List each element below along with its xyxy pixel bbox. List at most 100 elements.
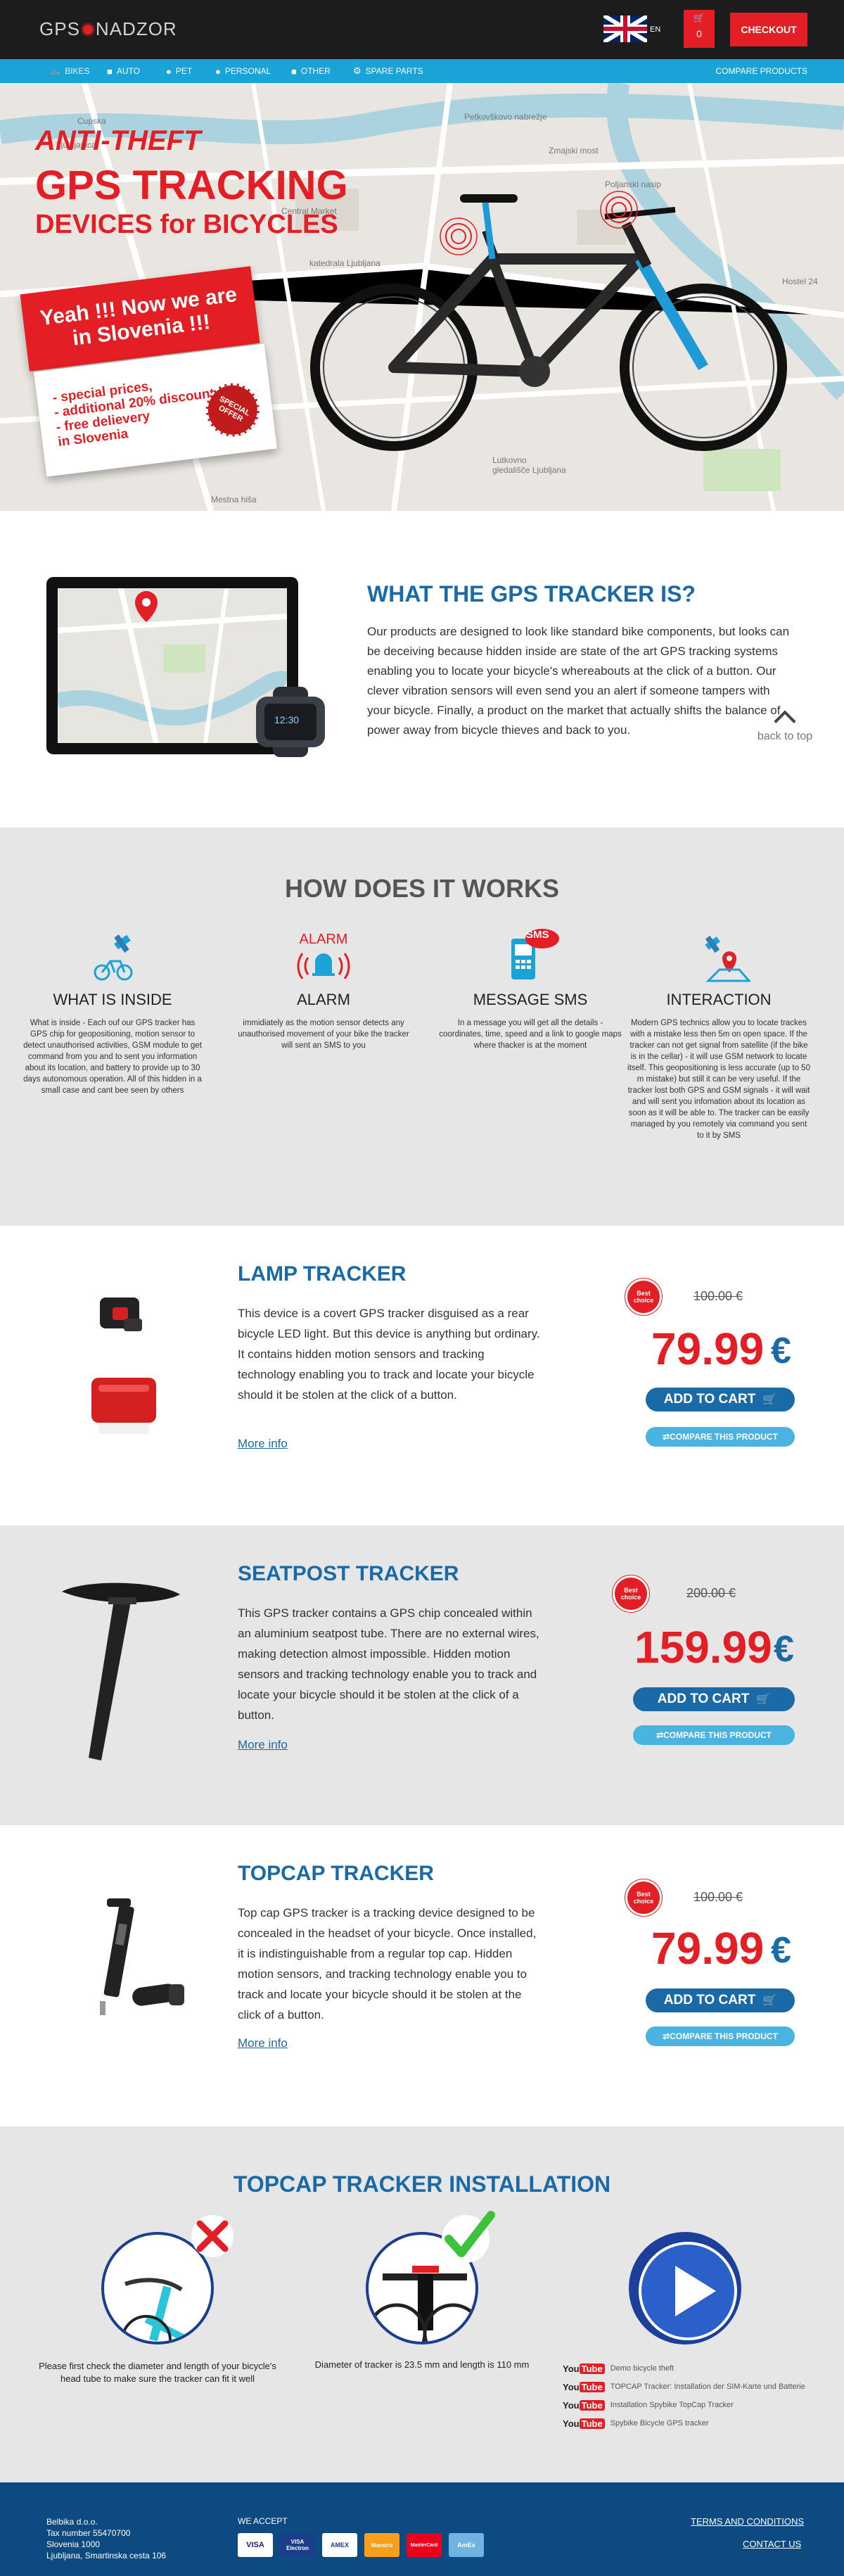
nav-item-pet[interactable]: ● PET — [166, 59, 192, 83]
product-lamp-tracker: LAMP TRACKER This device is a covert GPS… — [0, 1226, 844, 1525]
what-is-text: Our products are designed to look like s… — [367, 625, 790, 737]
video-title: Spybike Bicycle GPS tracker — [610, 2419, 709, 2428]
step-title: MESSAGE SMS — [473, 991, 588, 1008]
what-is-title: WHAT THE GPS TRACKER IS? — [367, 581, 696, 607]
top-header: GPS NADZOR EN 🛒 0 CHECKOUT — [0, 0, 844, 59]
add-to-cart-button[interactable]: ADD TO CART 🛒 — [646, 1388, 795, 1411]
contact-link[interactable]: CONTACT US — [743, 2539, 801, 2549]
sms-icon-label: SMS — [526, 929, 549, 941]
step-text: In a message you will get all the detail… — [439, 1019, 622, 1050]
step-text: What is inside - Each ouf our GPS tracke… — [23, 1019, 202, 1095]
youtube-video-link[interactable]: You Tube TOPCAP Tracker: Installation der … — [563, 2380, 805, 2394]
add-to-cart-label: ADD TO CART — [663, 1392, 756, 1407]
product-title: LAMP TRACKER — [238, 1262, 407, 1286]
video-title: Demo bicycle theft — [610, 2364, 674, 2373]
seatpost-tracker-image — [62, 1582, 180, 1760]
satellite-pin-icon — [627, 926, 810, 984]
company-name: Belbika d.o.o. — [46, 2517, 98, 2527]
currency-symbol: € — [774, 1629, 794, 1670]
svg-text:Zmajski most: Zmajski most — [549, 146, 599, 156]
alarm-icon-label: ALARM — [299, 931, 348, 947]
nav-label: BIKES — [65, 66, 90, 76]
old-price: 200.00 € — [686, 1586, 736, 1600]
currency-symbol: € — [771, 1930, 791, 1971]
visa-card-icon: VISA — [238, 2533, 273, 2557]
site-logo[interactable]: GPS NADZOR — [39, 18, 177, 40]
compare-product-button[interactable]: ⇄COMPARE THIS PRODUCT — [633, 1725, 795, 1745]
site-footer: Belbika d.o.o. Tax number 55470700 Slove… — [0, 2482, 844, 2576]
language-selector[interactable]: EN — [650, 25, 660, 34]
company-address: Belbika d.o.o. Tax number 55470700 Slove… — [46, 2516, 166, 2561]
category-nav: 🚲 BIKES ■ AUTO ● PET ● PERSONAL ■ OTHER ⚙ SPAR… — [0, 59, 844, 83]
add-to-cart-button[interactable]: ADD TO CART 🛒 — [646, 1988, 795, 2012]
nav-item-bikes[interactable]: 🚲 BIKES — [49, 59, 90, 83]
paw-icon: ● — [166, 65, 172, 77]
product-topcap-tracker: TOPCAP TRACKER Top cap GPS tracker is a … — [0, 1825, 844, 2126]
nav-item-personal[interactable]: ● PERSONAL — [215, 59, 271, 83]
nav-item-spare-parts[interactable]: ⚙ SPARE PARTS — [353, 59, 423, 83]
more-info-link[interactable]: More info — [238, 2036, 288, 2050]
terms-link[interactable]: TERMS AND CONDITIONS — [691, 2516, 804, 2527]
svg-text:Poljanski nasip: Poljanski nasip — [605, 179, 661, 189]
youtube-video-link[interactable]: You Tube Demo bicycle theft — [563, 2361, 674, 2375]
offer-list: - special prices, - additional 20% disco… — [52, 372, 219, 450]
youtube-icon: Tube — [579, 2381, 605, 2392]
install-caption-2: Diameter of tracker is 23.5 mm and lengt… — [314, 2359, 530, 2370]
more-info-link[interactable]: More info — [238, 1738, 288, 1752]
product-seatpost-tracker: SEATPOST TRACKER This GPS tracker contai… — [0, 1525, 844, 1825]
hero-title-line2: GPS TRACKING — [35, 163, 348, 208]
cart-icon: 🛒 — [762, 1995, 777, 2007]
alarm-bell-icon: ALARM — [232, 926, 415, 984]
svg-text:Lutkovno: Lutkovno — [492, 455, 527, 465]
cart-icon: 🛒 — [756, 1694, 771, 1706]
cart-button[interactable]: 🛒 0 — [684, 10, 715, 48]
svg-text:12:30: 12:30 — [274, 714, 299, 725]
amex-card-icon: AMEX — [322, 2533, 357, 2557]
youtube-video-link[interactable]: You Tube Installation Spybike TopCap Track… — [563, 2398, 734, 2412]
how-it-works-section: HOW DOES IT WORKS WHAT IS INSIDE What is… — [0, 827, 844, 1226]
svg-text:gledališče Ljubljana: gledališče Ljubljana — [492, 465, 566, 475]
more-info-link[interactable]: More info — [238, 1437, 288, 1451]
best-choice-badge: Best choice — [627, 1281, 660, 1313]
product-title: SEATPOST TRACKER — [238, 1562, 459, 1585]
compare-product-button[interactable]: ⇄COMPARE THIS PRODUCT — [646, 1427, 795, 1447]
video-title: Installation Spybike TopCap Tracker — [610, 2401, 734, 2409]
phone-sms-icon: SMS — [439, 926, 622, 984]
nav-item-other[interactable]: ■ OTHER — [291, 59, 331, 83]
hero-banner: Cupska Ljubljanica Petkovškovo nabrežje … — [0, 83, 844, 511]
nav-item-auto[interactable]: ■ AUTO — [107, 59, 140, 83]
nav-label: OTHER — [300, 66, 331, 76]
logo-pin-icon — [82, 24, 93, 34]
uk-flag-icon[interactable] — [603, 15, 647, 42]
product-title: TOPCAP TRACKER — [238, 1862, 434, 1885]
add-to-cart-button[interactable]: ADD TO CART 🛒 — [633, 1687, 795, 1711]
nav-label: AUTO — [116, 66, 140, 76]
checkout-button[interactable]: CHECKOUT — [730, 13, 807, 46]
nav-label: PET — [175, 66, 193, 76]
video-play-button[interactable] — [629, 2232, 741, 2345]
postal-code: Slovenia 1000 — [46, 2539, 101, 2549]
topcap-tracker-image — [100, 1898, 184, 2015]
product-description: This device is a covert GPS tracker disg… — [238, 1307, 540, 1402]
video-title: TOPCAP Tracker: Installation der SIM-Kar… — [610, 2383, 805, 2391]
cart-icon: 🛒 — [762, 1394, 777, 1406]
person-icon: ● — [215, 65, 221, 77]
gps-watch-image: 12:30 — [256, 687, 325, 757]
cart-count: 0 — [696, 28, 702, 39]
mastercard-card-icon: MasterCard — [407, 2533, 442, 2557]
logo-text-left: GPS — [39, 18, 80, 39]
back-to-top-link[interactable]: back to top — [751, 710, 819, 743]
installation-section: TOPCAP TRACKER INSTALLATION Please first… — [0, 2126, 844, 2482]
compare-products-link[interactable]: COMPARE PRODUCTS — [716, 59, 807, 83]
compare-product-button[interactable]: ⇄COMPARE THIS PRODUCT — [646, 2026, 795, 2046]
svg-text:katedrala Ljubljana: katedrala Ljubljana — [309, 258, 381, 268]
logo-text-right: NADZOR — [95, 18, 177, 39]
step-message-sms: SMS MESSAGE SMS In a message you will ge… — [439, 926, 622, 1051]
street-address: Ljubljana, Smartinska cesta 106 — [46, 2551, 167, 2561]
american-express-card-icon: AmEx — [449, 2533, 484, 2557]
product-description: Top cap GPS tracker is a tracking device… — [238, 1906, 537, 2022]
svg-text:Petkovškovo nabrežje: Petkovškovo nabrežje — [464, 112, 547, 122]
svg-text:Hostel 24: Hostel 24 — [782, 277, 818, 286]
checkmark-icon — [442, 2211, 495, 2263]
youtube-video-link[interactable]: You Tube Spybike Bicycle GPS tracker — [563, 2416, 709, 2430]
